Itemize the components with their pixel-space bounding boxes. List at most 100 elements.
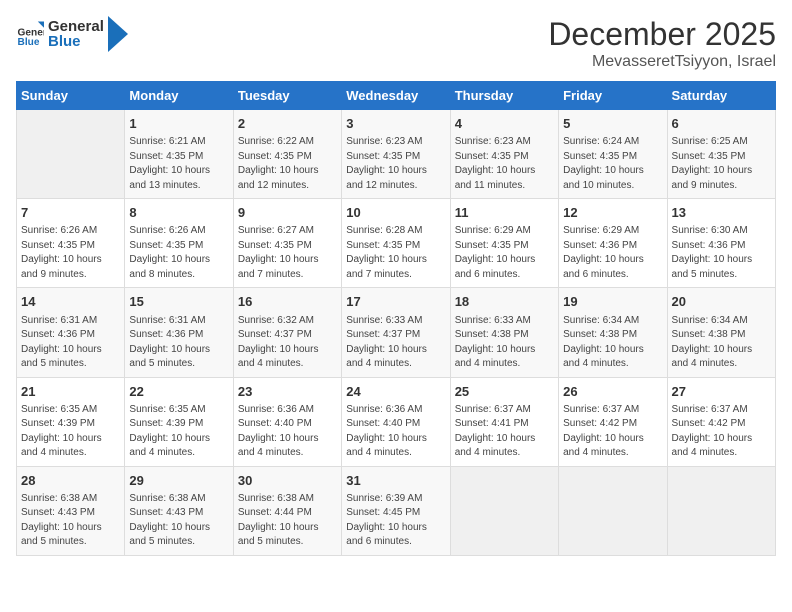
- calendar-cell: 12 Sunrise: 6:29 AMSunset: 4:36 PMDayligh…: [559, 199, 667, 288]
- calendar-cell: 20Sunrise: 6:34 AMSunset: 4:38 PMDayligh…: [667, 288, 775, 377]
- calendar-week-row: 7 Sunrise: 6:26 AMSunset: 4:35 PMDaylight…: [17, 199, 776, 288]
- calendar-cell: [17, 110, 125, 199]
- page-header: General Blue General Blue December 2025 …: [16, 16, 776, 71]
- day-number: 5: [563, 115, 662, 133]
- calendar-cell: 28Sunrise: 6:38 AMSunset: 4:43 PMDayligh…: [17, 466, 125, 555]
- day-detail: Sunrise: 6:35 AMSunset: 4:39 PMDaylight:…: [129, 403, 228, 461]
- day-detail: Sunrise: 6:29 AMSunset: 4:36 PMDaylight:…: [563, 224, 662, 282]
- day-detail: Sunrise: 6:33 AMSunset: 4:38 PMDaylight:…: [455, 314, 554, 372]
- day-detail: Sunrise: 6:25 AMSunset: 4:35 PMDaylight:…: [672, 135, 771, 193]
- calendar-cell: 13 Sunrise: 6:30 AMSunset: 4:36 PMDayligh…: [667, 199, 775, 288]
- calendar-cell: 29 Sunrise: 6:38 AMSunset: 4:43 PMDayligh…: [125, 466, 233, 555]
- calendar-cell: 3Sunrise: 6:23 AMSunset: 4:35 PMDaylight…: [342, 110, 450, 199]
- day-number: 21: [21, 383, 120, 401]
- calendar-cell: 17 Sunrise: 6:33 AMSunset: 4:37 PMDayligh…: [342, 288, 450, 377]
- calendar-subtitle: MevasseretTsiyyon, Israel: [548, 53, 776, 71]
- day-detail: Sunrise: 6:31 AMSunset: 4:36 PMDaylight:…: [129, 314, 228, 372]
- calendar-week-row: 14 Sunrise: 6:31 AMSunset: 4:36 PMDayligh…: [17, 288, 776, 377]
- day-detail: Sunrise: 6:30 AMSunset: 4:36 PMDaylight:…: [672, 224, 771, 282]
- calendar-cell: 19 Sunrise: 6:34 AMSunset: 4:38 PMDayligh…: [559, 288, 667, 377]
- day-detail: Sunrise: 6:26 AMSunset: 4:35 PMDaylight:…: [21, 224, 120, 282]
- day-number: 2: [238, 115, 337, 133]
- day-number: 4: [455, 115, 554, 133]
- weekday-header-thursday: Thursday: [450, 82, 558, 110]
- day-number: 27: [672, 383, 771, 401]
- day-detail: Sunrise: 6:29 AMSunset: 4:35 PMDaylight:…: [455, 224, 554, 282]
- calendar-cell: 11 Sunrise: 6:29 AMSunset: 4:35 PMDayligh…: [450, 199, 558, 288]
- weekday-header-tuesday: Tuesday: [233, 82, 341, 110]
- calendar-cell: 9 Sunrise: 6:27 AMSunset: 4:35 PMDaylight…: [233, 199, 341, 288]
- day-number: 20: [672, 293, 771, 311]
- weekday-header-wednesday: Wednesday: [342, 82, 450, 110]
- weekday-header-friday: Friday: [559, 82, 667, 110]
- day-number: 9: [238, 204, 337, 222]
- day-number: 1: [129, 115, 228, 133]
- calendar-week-row: 21 Sunrise: 6:35 AMSunset: 4:39 PMDayligh…: [17, 377, 776, 466]
- day-number: 29: [129, 472, 228, 490]
- day-detail: Sunrise: 6:37 AMSunset: 4:42 PMDaylight:…: [672, 403, 771, 461]
- day-number: 24: [346, 383, 445, 401]
- day-detail: Sunrise: 6:21 AMSunset: 4:35 PMDaylight:…: [129, 135, 228, 193]
- weekday-header-sunday: Sunday: [17, 82, 125, 110]
- day-number: 8: [129, 204, 228, 222]
- calendar-cell: 8Sunrise: 6:26 AMSunset: 4:35 PMDaylight…: [125, 199, 233, 288]
- day-number: 14: [21, 293, 120, 311]
- day-number: 11: [455, 204, 554, 222]
- calendar-table: SundayMondayTuesdayWednesdayThursdayFrid…: [16, 81, 776, 556]
- calendar-cell: 24 Sunrise: 6:36 AMSunset: 4:40 PMDayligh…: [342, 377, 450, 466]
- calendar-cell: [667, 466, 775, 555]
- calendar-cell: 26Sunrise: 6:37 AMSunset: 4:42 PMDayligh…: [559, 377, 667, 466]
- day-detail: Sunrise: 6:38 AMSunset: 4:43 PMDaylight:…: [129, 492, 228, 550]
- day-detail: Sunrise: 6:24 AMSunset: 4:35 PMDaylight:…: [563, 135, 662, 193]
- calendar-cell: 15 Sunrise: 6:31 AMSunset: 4:36 PMDayligh…: [125, 288, 233, 377]
- day-number: 26: [563, 383, 662, 401]
- day-number: 17: [346, 293, 445, 311]
- day-detail: Sunrise: 6:37 AMSunset: 4:41 PMDaylight:…: [455, 403, 554, 461]
- calendar-cell: 6 Sunrise: 6:25 AMSunset: 4:35 PMDaylight…: [667, 110, 775, 199]
- calendar-cell: 2 Sunrise: 6:22 AMSunset: 4:35 PMDaylight…: [233, 110, 341, 199]
- day-number: 18: [455, 293, 554, 311]
- day-number: 16: [238, 293, 337, 311]
- calendar-week-row: 28 Sunrise: 6:38 AMSunset: 4:43 PMDayligh…: [17, 466, 776, 555]
- day-detail: Sunrise: 6:36 AMSunset: 4:40 PMDaylight:…: [346, 403, 445, 461]
- day-detail: Sunrise: 6:22 AMSunset: 4:35 PMDaylight:…: [238, 135, 337, 193]
- day-number: 13: [672, 204, 771, 222]
- logo-blue-text: Blue: [48, 33, 81, 50]
- day-number: 15: [129, 293, 228, 311]
- weekday-header-saturday: Saturday: [667, 82, 775, 110]
- day-detail: Sunrise: 6:35 AMSunset: 4:39 PMDaylight:…: [21, 403, 120, 461]
- day-detail: Sunrise: 6:39 AMSunset: 4:45 PMDaylight:…: [346, 492, 445, 550]
- day-number: 28: [21, 472, 120, 490]
- day-detail: Sunrise: 6:34 AMSunset: 4:38 PMDaylight:…: [563, 314, 662, 372]
- calendar-cell: 7 Sunrise: 6:26 AMSunset: 4:35 PMDaylight…: [17, 199, 125, 288]
- calendar-cell: 21 Sunrise: 6:35 AMSunset: 4:39 PMDayligh…: [17, 377, 125, 466]
- logo-arrow-icon: [108, 16, 128, 52]
- day-detail: Sunrise: 6:23 AMSunset: 4:35 PMDaylight:…: [455, 135, 554, 193]
- calendar-cell: 18 Sunrise: 6:33 AMSunset: 4:38 PMDayligh…: [450, 288, 558, 377]
- calendar-cell: [450, 466, 558, 555]
- svg-text:Blue: Blue: [18, 37, 40, 48]
- calendar-cell: [559, 466, 667, 555]
- day-detail: Sunrise: 6:32 AMSunset: 4:37 PMDaylight:…: [238, 314, 337, 372]
- day-number: 19: [563, 293, 662, 311]
- calendar-cell: 22Sunrise: 6:35 AMSunset: 4:39 PMDayligh…: [125, 377, 233, 466]
- day-detail: Sunrise: 6:31 AMSunset: 4:36 PMDaylight:…: [21, 314, 120, 372]
- weekday-header-monday: Monday: [125, 82, 233, 110]
- day-number: 10: [346, 204, 445, 222]
- day-number: 12: [563, 204, 662, 222]
- calendar-cell: 30Sunrise: 6:38 AMSunset: 4:44 PMDayligh…: [233, 466, 341, 555]
- day-detail: Sunrise: 6:28 AMSunset: 4:35 PMDaylight:…: [346, 224, 445, 282]
- calendar-cell: 10 Sunrise: 6:28 AMSunset: 4:35 PMDayligh…: [342, 199, 450, 288]
- calendar-cell: 5 Sunrise: 6:24 AMSunset: 4:35 PMDaylight…: [559, 110, 667, 199]
- calendar-cell: 31 Sunrise: 6:39 AMSunset: 4:45 PMDayligh…: [342, 466, 450, 555]
- day-number: 31: [346, 472, 445, 490]
- day-detail: Sunrise: 6:27 AMSunset: 4:35 PMDaylight:…: [238, 224, 337, 282]
- day-number: 30: [238, 472, 337, 490]
- logo-icon: General Blue: [16, 20, 44, 48]
- day-number: 6: [672, 115, 771, 133]
- day-number: 7: [21, 204, 120, 222]
- day-detail: Sunrise: 6:33 AMSunset: 4:37 PMDaylight:…: [346, 314, 445, 372]
- logo: General Blue General Blue: [16, 16, 128, 52]
- calendar-cell: 1 Sunrise: 6:21 AMSunset: 4:35 PMDaylight…: [125, 110, 233, 199]
- calendar-cell: 25Sunrise: 6:37 AMSunset: 4:41 PMDayligh…: [450, 377, 558, 466]
